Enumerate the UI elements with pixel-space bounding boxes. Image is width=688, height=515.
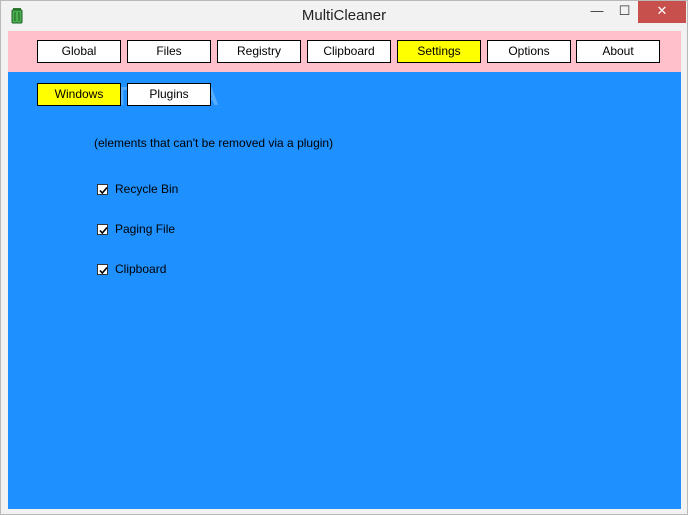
tab-clipboard[interactable]: Clipboard xyxy=(307,40,391,63)
tab-global[interactable]: Global xyxy=(37,40,121,63)
clipboard-label: Clipboard xyxy=(115,262,167,276)
paging-file-checkbox[interactable] xyxy=(97,223,108,235)
checkbox-row-clipboard[interactable]: Clipboard xyxy=(97,261,166,277)
tab-registry[interactable]: Registry xyxy=(217,40,301,63)
settings-note: (elements that can't be removed via a pl… xyxy=(94,136,334,150)
tab-files[interactable]: Files xyxy=(127,40,211,63)
checkbox-row-recycle-bin[interactable]: Recycle Bin xyxy=(97,181,178,197)
tab-about[interactable]: About xyxy=(576,40,660,63)
app-window: MultiCleaner — ☐ ✕ Global Files Registry… xyxy=(0,0,688,515)
check-icon xyxy=(99,266,108,274)
paging-file-label: Paging File xyxy=(115,222,176,236)
recycle-bin-checkbox[interactable] xyxy=(97,183,108,195)
tab-options[interactable]: Options xyxy=(487,40,571,63)
title-bar[interactable]: MultiCleaner — ☐ ✕ xyxy=(1,1,687,31)
maximize-button[interactable]: ☐ xyxy=(611,1,638,23)
close-button[interactable]: ✕ xyxy=(638,1,686,23)
minimize-button[interactable]: — xyxy=(583,1,611,23)
checkbox-row-paging-file[interactable]: Paging File xyxy=(97,221,175,237)
main-panel: Global Files Registry Clipboard Settings… xyxy=(8,31,681,509)
nav-bar: Global Files Registry Clipboard Settings… xyxy=(8,31,681,72)
recycle-bin-label: Recycle Bin xyxy=(115,182,179,196)
check-icon xyxy=(99,226,108,234)
subtab-plugins[interactable]: Plugins xyxy=(127,83,211,106)
subtab-windows[interactable]: Windows xyxy=(37,83,121,106)
check-icon xyxy=(99,186,108,194)
tab-settings[interactable]: Settings xyxy=(397,40,481,63)
clipboard-checkbox[interactable] xyxy=(97,263,108,275)
